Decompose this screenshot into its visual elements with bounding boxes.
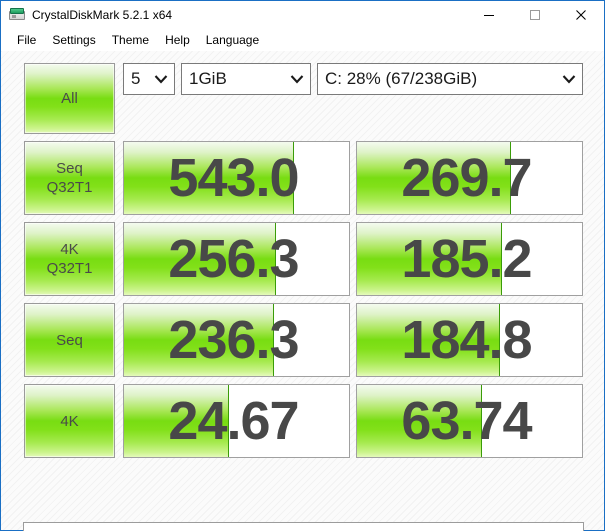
test-button-all-label: All <box>61 90 78 107</box>
result-value: 184.8 <box>401 310 532 370</box>
result-value: 269.7 <box>401 148 532 208</box>
menu-bar: File Settings Theme Help Language <box>1 29 604 51</box>
comment-input[interactable] <box>23 522 584 531</box>
chevron-down-icon <box>154 69 168 89</box>
result-cell-seq-q32t1-read: 543.0 <box>123 141 350 215</box>
test-button-seq-label: Seq <box>56 331 83 349</box>
result-value: 256.3 <box>168 229 299 289</box>
result-cell-seq-write: 184.8 <box>356 303 583 377</box>
test-button-seq-q32t1-label-2: Q32T1 <box>46 179 93 196</box>
test-button-seq-q32t1[interactable]: Seq Q32T1 <box>24 141 115 215</box>
maximize-icon[interactable] <box>512 1 558 29</box>
runs-select[interactable]: 5 <box>123 63 175 95</box>
test-button-4k[interactable]: 4K <box>24 384 115 458</box>
window-title: CrystalDiskMark 5.2.1 x64 <box>32 8 173 22</box>
result-cell-4k-write: 63.74 <box>356 384 583 458</box>
test-button-4k-label: 4K <box>60 412 79 430</box>
window-controls <box>466 1 604 29</box>
size-select-value: 1GiB <box>189 69 227 88</box>
menu-item-settings[interactable]: Settings <box>44 31 103 49</box>
menu-item-theme[interactable]: Theme <box>104 31 157 49</box>
result-cell-4k-q32t1-write: 185.2 <box>356 222 583 296</box>
result-cell-4k-q32t1-read: 256.3 <box>123 222 350 296</box>
drive-select[interactable]: C: 28% (67/238GiB) <box>317 63 583 95</box>
drive-select-value: C: 28% (67/238GiB) <box>325 69 478 88</box>
chevron-down-icon <box>290 69 304 89</box>
result-cell-seq-q32t1-write: 269.7 <box>356 141 583 215</box>
application-window: CrystalDiskMark 5.2.1 x64 File Settings … <box>0 0 605 531</box>
result-cell-4k-read: 24.67 <box>123 384 350 458</box>
size-select[interactable]: 1GiB <box>181 63 311 95</box>
result-cell-seq-read: 236.3 <box>123 303 350 377</box>
test-button-all[interactable]: All <box>24 63 115 134</box>
disk-icon <box>9 7 25 23</box>
menu-item-help[interactable]: Help <box>157 31 198 49</box>
close-icon[interactable] <box>558 1 604 29</box>
menu-item-language[interactable]: Language <box>198 31 267 49</box>
result-value: 63.74 <box>401 391 532 451</box>
test-button-seq[interactable]: Seq <box>24 303 115 377</box>
test-button-4k-q32t1-label-1: 4K <box>60 241 79 258</box>
menu-item-file[interactable]: File <box>9 31 44 49</box>
runs-select-value: 5 <box>131 69 141 88</box>
main-panel: All Seq Q32T1 4K Q32T1 Seq 4K 5 1GiB C: … <box>1 51 604 531</box>
chevron-down-icon <box>562 69 576 89</box>
test-button-seq-q32t1-label-1: Seq <box>56 160 83 177</box>
result-value: 185.2 <box>401 229 532 289</box>
test-button-4k-q32t1-label-2: Q32T1 <box>46 260 93 277</box>
result-value: 543.0 <box>168 148 299 208</box>
test-button-4k-q32t1[interactable]: 4K Q32T1 <box>24 222 115 296</box>
title-bar: CrystalDiskMark 5.2.1 x64 <box>1 1 604 29</box>
result-value: 236.3 <box>168 310 299 370</box>
result-value: 24.67 <box>168 391 299 451</box>
minimize-icon[interactable] <box>466 1 512 29</box>
